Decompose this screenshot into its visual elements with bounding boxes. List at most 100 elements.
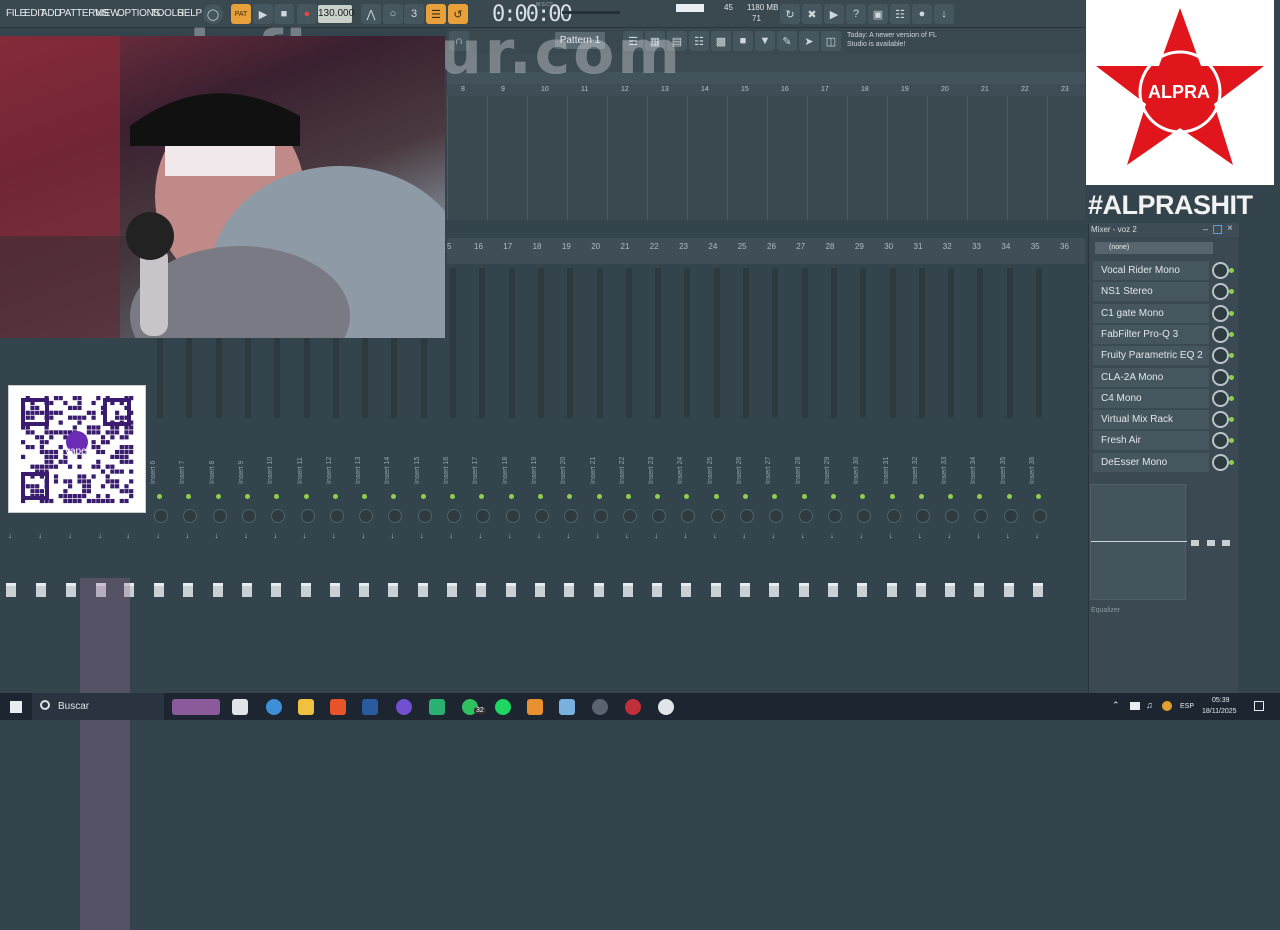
route-arrows[interactable]: ↓ [1006, 531, 1010, 540]
route-arrows[interactable]: ↓ [156, 531, 160, 540]
close-icon[interactable]: × [1227, 223, 1233, 234]
track-enable-led[interactable] [684, 494, 690, 499]
pan-knob[interactable] [447, 509, 461, 523]
tray-chevron-icon[interactable]: ⌃ [1112, 700, 1120, 711]
maximize-icon[interactable] [1213, 225, 1222, 234]
fx-slot[interactable]: C4 Mono [1093, 388, 1209, 408]
route-arrows[interactable]: ↓ [478, 531, 482, 540]
volume-fader[interactable] [857, 583, 868, 597]
track-fader-1[interactable] [1191, 540, 1199, 546]
volume-icon[interactable]: ♫ [1146, 700, 1153, 710]
route-arrows[interactable]: ↓ [537, 531, 541, 540]
route-arrows[interactable]: ↓ [859, 531, 863, 540]
volume-fader[interactable] [827, 583, 838, 597]
fx-enable-led[interactable] [1229, 331, 1234, 337]
pan-knob[interactable] [534, 509, 549, 523]
pan-knob[interactable] [1003, 509, 1018, 523]
mixer-strip[interactable]: Insert 23 ↓ [646, 268, 672, 693]
pan-knob[interactable] [271, 509, 286, 523]
volume-fader[interactable] [6, 583, 16, 597]
pan-knob[interactable] [710, 509, 725, 523]
pan-knob[interactable] [417, 509, 432, 523]
volume-fader[interactable] [329, 583, 340, 597]
volume-fader[interactable] [593, 583, 604, 597]
pan-knob[interactable] [564, 509, 579, 523]
route-arrows[interactable]: ↓ [332, 531, 336, 540]
edge-icon[interactable] [266, 699, 282, 715]
fx-mix-knob[interactable] [1212, 389, 1229, 407]
fx-enable-led[interactable] [1229, 395, 1234, 401]
discord-icon[interactable] [396, 699, 412, 715]
mixer-strip[interactable]: Insert 20 ↓ [558, 268, 584, 693]
fx-enable-led[interactable] [1229, 459, 1234, 465]
settings-icon[interactable] [658, 699, 674, 715]
volume-fader[interactable] [300, 583, 311, 597]
volume-fader[interactable] [36, 583, 46, 597]
fl-studio-icon[interactable] [527, 699, 543, 715]
track-enable-led[interactable] [860, 494, 866, 499]
fx-slot[interactable]: C1 gate Mono [1093, 303, 1209, 323]
mixer-strip[interactable]: Insert 32 ↓ [910, 268, 936, 693]
route-arrows[interactable]: ↓ [830, 531, 834, 540]
volume-fader[interactable] [241, 583, 252, 597]
route-arrows[interactable]: ↓ [38, 531, 42, 540]
fx-mix-knob[interactable] [1212, 368, 1229, 386]
volume-fader[interactable] [154, 583, 164, 597]
pan-knob[interactable] [212, 509, 227, 523]
mixer-strip[interactable]: Insert 31 ↓ [881, 268, 907, 693]
pan-knob[interactable] [593, 509, 608, 523]
track-enable-led[interactable] [332, 494, 338, 499]
brave-icon[interactable] [330, 699, 346, 715]
fx-mix-knob[interactable] [1212, 453, 1229, 471]
volume-fader[interactable] [359, 583, 370, 597]
track-enable-led[interactable] [362, 494, 368, 499]
track-enable-led[interactable] [450, 494, 455, 499]
pan-knob[interactable] [476, 509, 491, 523]
volume-fader[interactable] [915, 583, 926, 597]
fx-enable-led[interactable] [1229, 417, 1234, 423]
track-enable-led[interactable] [1036, 494, 1041, 499]
route-arrows[interactable]: ↓ [889, 531, 893, 540]
master-volume-slider[interactable] [562, 11, 620, 14]
app-green-icon[interactable] [429, 699, 445, 715]
pan-knob[interactable] [1033, 509, 1047, 523]
pan-knob[interactable] [945, 509, 960, 523]
route-arrows[interactable]: ↓ [8, 531, 12, 540]
route-arrows[interactable]: ↓ [303, 531, 307, 540]
pan-knob[interactable] [886, 509, 901, 523]
pan-knob[interactable] [359, 509, 374, 523]
route-arrows[interactable]: ↓ [244, 531, 248, 540]
task-view-icon[interactable] [232, 699, 248, 715]
route-arrows[interactable]: ↓ [215, 531, 219, 540]
track-enable-led[interactable] [157, 494, 162, 499]
route-arrows[interactable]: ↓ [596, 531, 600, 540]
fx-slot[interactable]: Fruity Parametric EQ 2 [1093, 346, 1209, 366]
track-enable-led[interactable] [537, 494, 543, 499]
track-enable-led[interactable] [625, 494, 631, 499]
volume-fader[interactable] [681, 583, 692, 597]
route-arrows[interactable]: ↓ [625, 531, 629, 540]
network-icon[interactable] [1130, 702, 1140, 710]
app-tray-icon[interactable] [1162, 701, 1172, 711]
route-arrows[interactable]: ↓ [185, 531, 189, 540]
mixer-strip[interactable]: Insert 29 ↓ [822, 268, 848, 693]
selected-mixer-track[interactable] [80, 578, 130, 930]
track-enable-led[interactable] [918, 494, 924, 499]
fx-mix-knob[interactable] [1212, 262, 1229, 279]
pan-knob[interactable] [915, 509, 930, 523]
mixer-strip[interactable]: Insert 35 ↓ [998, 268, 1024, 693]
mixer-strip[interactable]: Insert 24 ↓ [675, 268, 701, 693]
route-arrows[interactable]: ↓ [68, 531, 72, 540]
obs-icon[interactable] [592, 699, 608, 715]
pan-knob[interactable] [622, 509, 637, 523]
pan-knob[interactable] [857, 509, 872, 523]
track-enable-led[interactable] [596, 494, 602, 499]
mixer-strip[interactable]: Insert 22 ↓ [617, 268, 643, 693]
pan-knob[interactable] [329, 509, 344, 523]
pan-knob[interactable] [974, 509, 989, 523]
track-enable-led[interactable] [801, 494, 807, 499]
track-enable-led[interactable] [567, 494, 573, 499]
fx-mix-knob[interactable] [1212, 411, 1229, 429]
mixer-strip[interactable]: Insert 27 ↓ [763, 268, 789, 693]
volume-fader[interactable] [886, 583, 897, 597]
